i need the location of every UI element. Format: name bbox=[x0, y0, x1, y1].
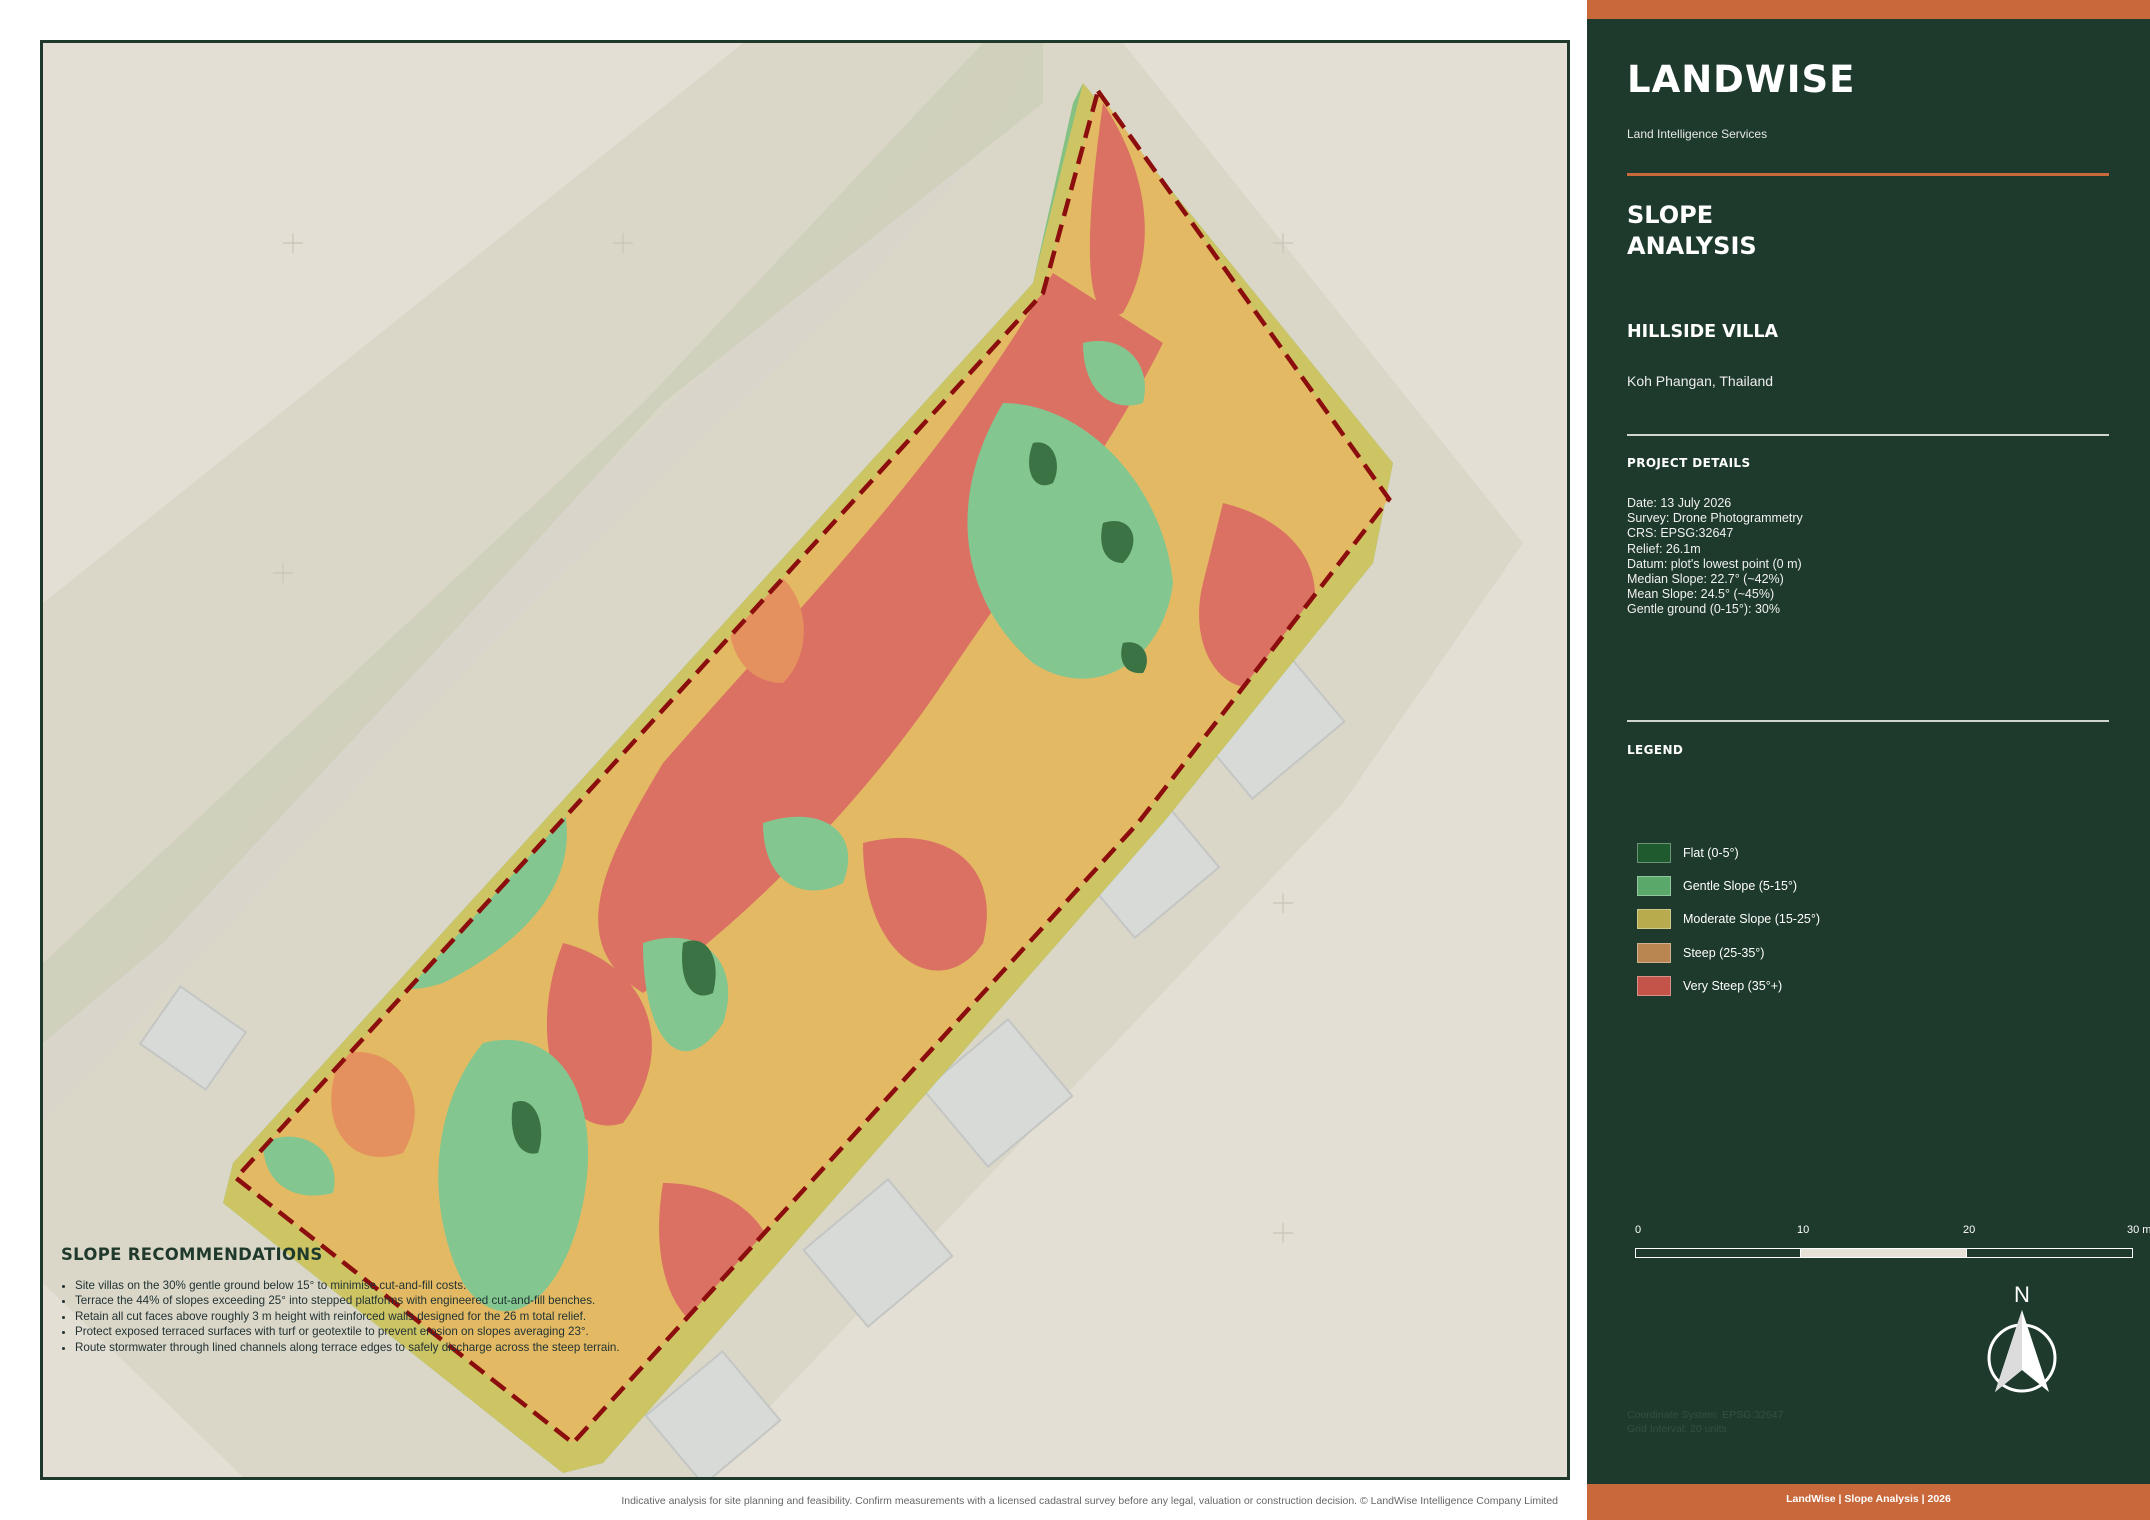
legend-item-moderate: Moderate Slope (15-25°) bbox=[1637, 903, 1820, 936]
map-frame: SLOPE RECOMMENDATIONS Site villas on the… bbox=[40, 40, 1570, 1480]
report-title: SLOPE ANALYSIS bbox=[1627, 200, 1827, 262]
legend-label: Very Steep (35°+) bbox=[1683, 978, 1783, 993]
slope-recommendations: SLOPE RECOMMENDATIONS Site villas on the… bbox=[61, 1245, 701, 1355]
recommendation-item: Protect exposed terraced surfaces with t… bbox=[75, 1324, 701, 1339]
brand-tagline: Land Intelligence Services bbox=[1627, 127, 1768, 141]
legend-label: Steep (25-35°) bbox=[1683, 945, 1765, 960]
project-name: HILLSIDE VILLA bbox=[1627, 322, 1779, 342]
project-location: Koh Phangan, Thailand bbox=[1627, 373, 1774, 389]
north-label: N bbox=[2014, 1282, 2030, 1307]
divider bbox=[1627, 720, 2109, 722]
detail-row: Date: 13 July 2026 bbox=[1627, 496, 1732, 510]
legend-label: Gentle Slope (5-15°) bbox=[1683, 878, 1798, 893]
legend-swatch bbox=[1637, 909, 1671, 930]
project-details: Date: 13 July 2026 Survey: Drone Photogr… bbox=[1627, 496, 1803, 618]
recommendation-item: Terrace the 44% of slopes exceeding 25° … bbox=[75, 1293, 701, 1308]
detail-row: Survey: Drone Photogrammetry bbox=[1627, 511, 1803, 526]
info-panel: LANDWISE Land Intelligence Services SLOP… bbox=[1587, 0, 2150, 1520]
scale-segment bbox=[1800, 1248, 1967, 1258]
brand-name: LANDWISE bbox=[1627, 58, 1856, 101]
legend-item-flat: Flat (0-5°) bbox=[1637, 836, 1820, 869]
divider bbox=[1627, 434, 2109, 436]
scale-segment bbox=[1966, 1248, 2133, 1258]
legend-item-very-steep: Very Steep (35°+) bbox=[1637, 969, 1820, 1002]
detail-row: Gentle ground (0-15°): 30% bbox=[1627, 602, 1781, 617]
north-arrow-icon: N bbox=[1987, 1280, 2057, 1400]
divider bbox=[1627, 173, 2109, 176]
scale-tick: 0 bbox=[1635, 1224, 1642, 1236]
detail-row: Datum: plot's lowest point (0 m) bbox=[1627, 556, 1802, 571]
recommendations-heading: SLOPE RECOMMENDATIONS bbox=[61, 1245, 323, 1264]
detail-row: Relief: 26.1m bbox=[1627, 541, 1701, 556]
legend-item-gentle: Gentle Slope (5-15°) bbox=[1637, 869, 1820, 902]
legend: Flat (0-5°) Gentle Slope (5-15°) Moderat… bbox=[1637, 836, 1820, 1002]
recommendation-item: Site villas on the 30% gentle ground bel… bbox=[75, 1278, 701, 1293]
scale-bar: 0 10 20 30 m bbox=[1635, 1220, 2150, 1260]
details-heading: PROJECT DETAILS bbox=[1627, 456, 1751, 470]
detail-row: Median Slope: 22.7° (~42%) bbox=[1627, 572, 1784, 587]
disclaimer: Indicative analysis for site planning an… bbox=[621, 1495, 1558, 1507]
legend-heading: LEGEND bbox=[1627, 743, 1684, 757]
legend-item-steep: Steep (25-35°) bbox=[1637, 936, 1820, 969]
recommendation-item: Route stormwater through lined channels … bbox=[75, 1340, 701, 1355]
recommendations-list: Site villas on the 30% gentle ground bel… bbox=[61, 1278, 701, 1355]
legend-label: Moderate Slope (15-25°) bbox=[1683, 912, 1821, 927]
report-title-line1: SLOPE bbox=[1627, 201, 1714, 229]
footer-bar: LandWise | Slope Analysis | 2026 bbox=[1587, 1484, 2150, 1520]
scale-tick: 10 bbox=[1797, 1224, 1810, 1236]
coordinate-info: Coordinate System: EPSG:32647 Grid Inter… bbox=[1627, 1408, 1783, 1436]
legend-swatch bbox=[1637, 942, 1671, 963]
grid-interval: Grid Interval: 20 units bbox=[1627, 1423, 1727, 1435]
recommendation-item: Retain all cut faces above roughly 3 m h… bbox=[75, 1309, 701, 1324]
legend-swatch bbox=[1637, 842, 1671, 863]
legend-label: Flat (0-5°) bbox=[1683, 845, 1739, 860]
panel-top-bar bbox=[1587, 0, 2150, 19]
detail-row: Mean Slope: 24.5° (~45%) bbox=[1627, 587, 1775, 602]
scale-tick: 30 m bbox=[2127, 1224, 2150, 1236]
report-title-line2: ANALYSIS bbox=[1627, 232, 1757, 260]
scale-tick: 20 bbox=[1963, 1224, 1976, 1236]
coord-system: Coordinate System: EPSG:32647 bbox=[1627, 1409, 1784, 1421]
detail-row: CRS: EPSG:32647 bbox=[1627, 526, 1734, 541]
scale-segment bbox=[1635, 1248, 1801, 1258]
legend-swatch bbox=[1637, 975, 1671, 996]
legend-swatch bbox=[1637, 875, 1671, 896]
